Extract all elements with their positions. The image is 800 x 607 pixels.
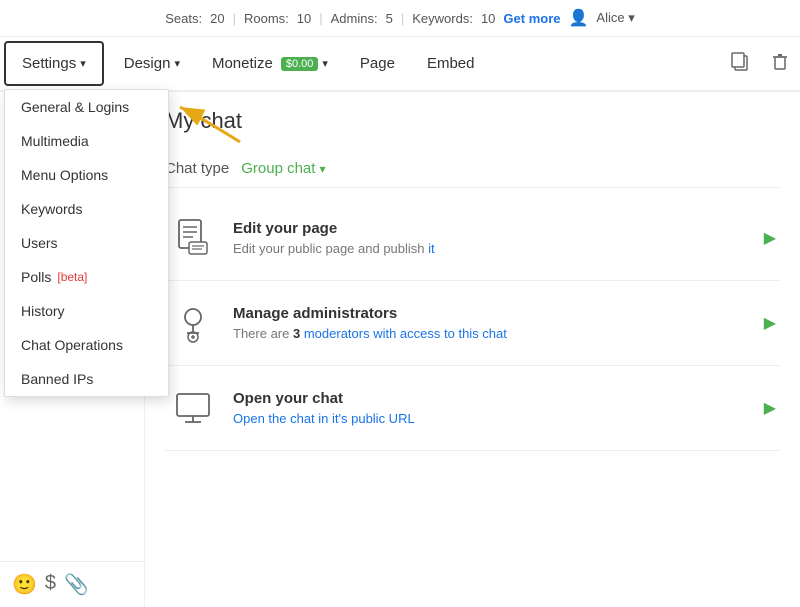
emoji-icon[interactable]: 🙂 [12, 572, 37, 597]
dropdown-item-menu-options[interactable]: Menu Options [5, 158, 168, 192]
page-icon [171, 216, 215, 260]
monitor-icon [171, 386, 215, 430]
polls-label: Polls [21, 269, 51, 285]
edit-page-title: Edit your page [233, 220, 748, 237]
manage-admins-action[interactable]: Manage administrators There are 3 modera… [165, 281, 780, 366]
dropdown-item-chat-operations[interactable]: Chat Operations [5, 328, 168, 362]
rooms-val: 10 [297, 11, 311, 26]
edit-page-text: Edit your page Edit your public page and… [233, 220, 748, 256]
edit-page-icon [169, 214, 217, 262]
dropdown-item-polls[interactable]: Polls [beta] [5, 260, 168, 294]
dropdown-item-multimedia[interactable]: Multimedia [5, 124, 168, 158]
settings-caret: ▾ [80, 57, 86, 70]
rooms-label: Rooms: [244, 11, 289, 26]
get-more-link[interactable]: Get more [503, 11, 560, 26]
delete-icon-btn[interactable] [760, 43, 800, 84]
general-logins-label: General & Logins [21, 99, 129, 115]
admins-label: Admins: [331, 11, 378, 26]
dropdown-item-users[interactable]: Users [5, 226, 168, 260]
chat-type-label: Chat type [165, 160, 229, 177]
seats-val: 20 [210, 11, 224, 26]
open-chat-title: Open your chat [233, 390, 748, 407]
settings-label: Settings [22, 55, 76, 72]
manage-admins-arrow: ▶ [764, 313, 776, 333]
keywords-val: 10 [481, 11, 495, 26]
open-chat-action[interactable]: Open your chat Open the chat in it's pub… [165, 366, 780, 451]
moderators-count: 3 [293, 326, 300, 341]
manage-admins-title: Manage administrators [233, 305, 748, 322]
edit-page-desc: Edit your public page and publish it [233, 241, 748, 256]
separator2: | [319, 11, 322, 26]
embed-btn[interactable]: Embed [411, 43, 491, 84]
users-label: Users [21, 235, 58, 251]
page-btn[interactable]: Page [344, 43, 411, 84]
keywords-label: Keywords [21, 201, 82, 217]
dropdown-item-banned-ips[interactable]: Banned IPs [5, 362, 168, 396]
dropdown-item-keywords[interactable]: Keywords [5, 192, 168, 226]
attachment-icon[interactable]: 📎 [64, 572, 89, 597]
seats-label: Seats: [165, 11, 202, 26]
separator3: | [401, 11, 404, 26]
edit-page-arrow: ▶ [764, 228, 776, 248]
design-caret: ▾ [174, 57, 180, 70]
trash-icon [770, 51, 790, 71]
copy-icon [730, 51, 750, 71]
chat-type-value-text: Group chat [241, 160, 315, 177]
monetize-caret: ▾ [322, 57, 328, 70]
dropdown-item-general[interactable]: General & Logins [5, 90, 168, 124]
page-label: Page [360, 55, 395, 72]
embed-label: Embed [427, 55, 475, 72]
user-icon: 👤 [568, 8, 588, 28]
open-chat-icon [169, 384, 217, 432]
username-text: Alice [596, 10, 624, 25]
chat-type-caret: ▾ [319, 162, 325, 176]
separator: | [233, 11, 236, 26]
design-label: Design [124, 55, 171, 72]
username-display[interactable]: Alice ▾ [596, 10, 634, 26]
dropdown-item-history[interactable]: History [5, 294, 168, 328]
chat-type-selector[interactable]: Group chat ▾ [241, 160, 325, 177]
beta-badge: [beta] [57, 270, 87, 284]
top-bar: Seats: 20 | Rooms: 10 | Admins: 5 | Keyw… [0, 0, 800, 37]
open-chat-desc: Open the chat in it's public URL [233, 411, 748, 426]
menu-options-label: Menu Options [21, 167, 108, 183]
multimedia-label: Multimedia [21, 133, 89, 149]
chat-operations-label: Chat Operations [21, 337, 123, 353]
settings-dropdown: General & Logins Multimedia Menu Options… [4, 89, 169, 397]
design-menu[interactable]: Design ▾ [108, 43, 196, 84]
open-chat-text: Open your chat Open the chat in it's pub… [233, 390, 748, 426]
edit-page-highlight: it [428, 241, 435, 256]
monetize-menu[interactable]: Monetize $0.00 ▾ [196, 43, 344, 84]
admins-val: 5 [386, 11, 393, 26]
manage-admins-icon [169, 299, 217, 347]
dollar-icon[interactable]: $ [45, 572, 56, 597]
manage-admins-text: Manage administrators There are 3 modera… [233, 305, 748, 341]
history-label: History [21, 303, 65, 319]
open-chat-highlight: Open the chat in it's public URL [233, 411, 415, 426]
manage-admins-desc: There are 3 moderators with access to th… [233, 326, 748, 341]
edit-page-action[interactable]: Edit your page Edit your public page and… [165, 196, 780, 281]
admin-icon [171, 301, 215, 345]
monetize-label: Monetize [212, 55, 273, 72]
banned-ips-label: Banned IPs [21, 371, 93, 387]
nav-bar: Settings ▾ Design ▾ Monetize $0.00 ▾ Pag… [0, 37, 800, 92]
page-content: My chat Chat type Group chat ▾ [145, 92, 800, 607]
manage-admins-highlight: moderators with access to this chat [304, 326, 507, 341]
keywords-label: Keywords: [412, 11, 473, 26]
monetize-badge: $0.00 [281, 57, 319, 71]
page-title: My chat [165, 108, 780, 134]
open-chat-arrow: ▶ [764, 398, 776, 418]
copy-icon-btn[interactable] [720, 43, 760, 84]
settings-menu[interactable]: Settings ▾ [4, 41, 104, 86]
chat-type-row: Chat type Group chat ▾ [165, 150, 780, 188]
